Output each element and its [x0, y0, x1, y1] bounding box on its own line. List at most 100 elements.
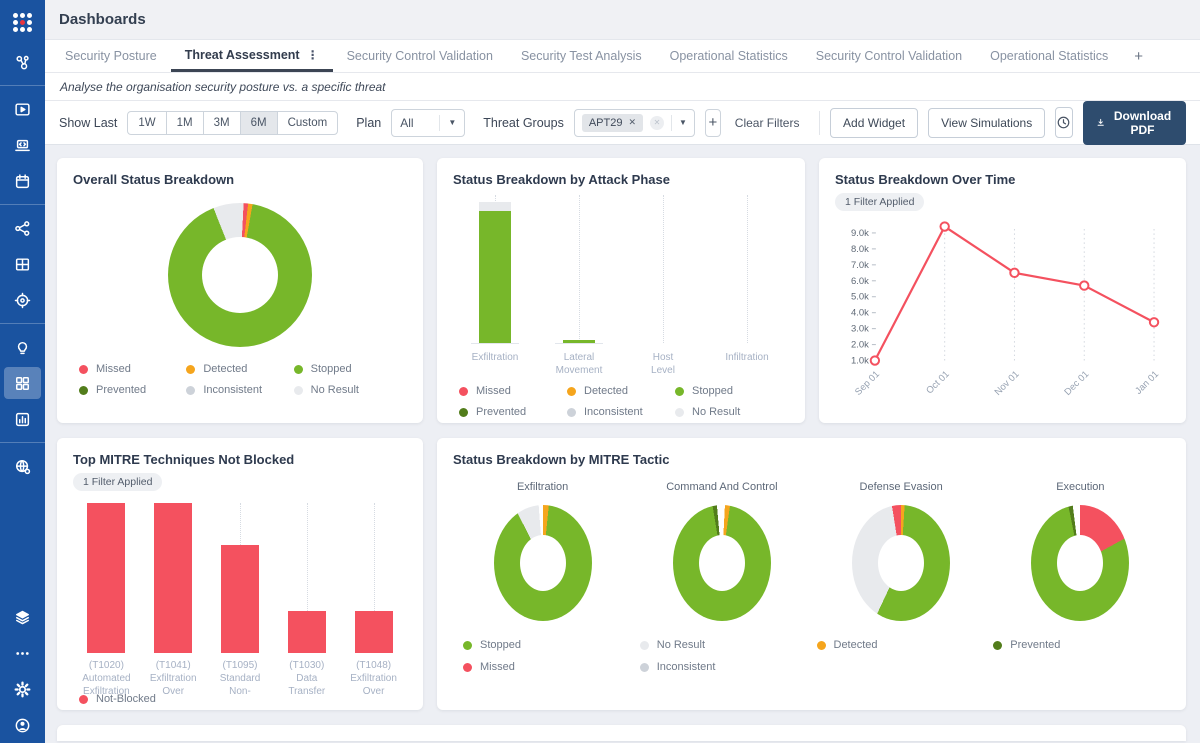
- dashboard-content: Overall Status Breakdown MissedDetectedS…: [45, 145, 1200, 743]
- sidebar-item-more[interactable]: [4, 637, 41, 669]
- matrix-icon: [14, 256, 31, 273]
- technique-bar[interactable]: [87, 503, 125, 653]
- range-custom[interactable]: Custom: [277, 111, 339, 135]
- download-icon: [1096, 116, 1105, 129]
- tactic-label: Defense Evasion: [860, 481, 943, 493]
- status-over-time-line-chart[interactable]: 9.0k8.0k7.0k6.0k5.0k4.0k3.0k2.0k1.0kSep …: [835, 211, 1170, 412]
- data-point[interactable]: [940, 222, 948, 230]
- data-point[interactable]: [1080, 281, 1088, 289]
- tab-label: Security Posture: [65, 49, 157, 63]
- sidebar-item-library[interactable]: [4, 93, 41, 125]
- sidebar-item-globe[interactable]: [4, 450, 41, 482]
- threat-groups-label: Threat Groups: [483, 116, 564, 130]
- sidebar-item-integrations[interactable]: [4, 129, 41, 161]
- chip-remove-icon[interactable]: ✕: [628, 117, 636, 128]
- tab-menu-icon[interactable]: ⋮: [307, 48, 319, 62]
- widget-row-2: Top MITRE Techniques Not Blocked 1 Filte…: [57, 438, 1186, 710]
- main-column: Dashboards Security PostureThreat Assess…: [45, 0, 1200, 743]
- legend-dot: [79, 365, 88, 374]
- tab-operational-statistics[interactable]: Operational Statistics: [656, 40, 802, 72]
- threat-group-chip-label: APT29: [589, 117, 623, 129]
- range-1w[interactable]: 1W: [127, 111, 166, 135]
- sidebar-item-layers[interactable]: [4, 601, 41, 633]
- status-legend: MissedDetectedStoppedPreventedInconsiste…: [453, 385, 789, 418]
- view-simulations-button[interactable]: View Simulations: [928, 108, 1045, 138]
- add-filter-button[interactable]: +: [705, 109, 721, 137]
- data-point[interactable]: [871, 356, 879, 364]
- legend-label: Missed: [96, 363, 131, 375]
- tactic-donut-chart[interactable]: [1031, 505, 1129, 621]
- legend-dot: [463, 663, 472, 672]
- add-tab-button[interactable]: +: [1122, 40, 1155, 72]
- tactic-donut-chart[interactable]: [494, 505, 592, 621]
- threat-group-chip[interactable]: APT29 ✕: [582, 114, 643, 132]
- range-1m[interactable]: 1M: [166, 111, 204, 135]
- library-icon: [14, 101, 31, 118]
- dashboards-icon: [14, 375, 31, 392]
- tab-label: Operational Statistics: [670, 49, 788, 63]
- tactic-donut-charts: ExfiltrationCommand And ControlDefense E…: [453, 481, 1170, 621]
- technique-bar[interactable]: [221, 545, 259, 653]
- download-pdf-label: Download PDF: [1112, 109, 1173, 137]
- widget-title: Status Breakdown Over Time: [835, 172, 1170, 187]
- app-logo[interactable]: [0, 0, 45, 44]
- legend-item-no_result: No Result: [675, 406, 783, 418]
- data-point[interactable]: [1150, 318, 1158, 326]
- donut-hole: [1057, 535, 1103, 591]
- axis-baseline: [555, 343, 603, 344]
- tab-threat-assessment[interactable]: Threat Assessment⋮: [171, 40, 333, 72]
- threat-groups-select[interactable]: APT29 ✕ ✕ ▼: [574, 109, 695, 137]
- plan-select[interactable]: All ▼: [391, 109, 465, 137]
- range-3m[interactable]: 3M: [203, 111, 241, 135]
- dashboard-description: Analyse the organisation security postur…: [60, 80, 386, 94]
- sidebar-item-settings[interactable]: [4, 673, 41, 705]
- technique-bar[interactable]: [288, 611, 326, 653]
- sidebar-item-insights[interactable]: [4, 331, 41, 363]
- tab-security-test-analysis[interactable]: Security Test Analysis: [507, 40, 656, 72]
- legend-label: Stopped: [480, 639, 521, 651]
- app-root: Dashboards Security PostureThreat Assess…: [0, 0, 1200, 743]
- sidebar-item-matrix[interactable]: [4, 248, 41, 280]
- show-last-label: Show Last: [59, 116, 117, 130]
- clear-selection-icon[interactable]: ✕: [650, 116, 664, 130]
- legend-item-prevented: Prevented: [993, 639, 1170, 651]
- tactic-donut-chart[interactable]: [852, 505, 950, 621]
- history-button[interactable]: [1055, 107, 1072, 138]
- widget-top-techniques: Top MITRE Techniques Not Blocked 1 Filte…: [57, 438, 423, 710]
- sidebar-item-connections[interactable]: [4, 212, 41, 244]
- tactic-cell-exfiltration: Exfiltration: [453, 481, 632, 621]
- filter-applied-badge: 1 Filter Applied: [73, 473, 162, 491]
- legend-column: StoppedMissed: [463, 639, 640, 673]
- sidebar-item-reports[interactable]: [4, 403, 41, 435]
- range-6m[interactable]: 6M: [240, 111, 278, 135]
- add-widget-button[interactable]: Add Widget: [830, 108, 918, 138]
- technique-bar[interactable]: [355, 611, 393, 653]
- tab-operational-statistics[interactable]: Operational Statistics: [976, 40, 1122, 72]
- connections-icon: [14, 220, 31, 237]
- download-pdf-button[interactable]: Download PDF: [1083, 101, 1186, 145]
- legend-item-prevented: Prevented: [459, 406, 567, 418]
- line-chart-svg: 9.0k8.0k7.0k6.0k5.0k4.0k3.0k2.0k1.0kSep …: [835, 211, 1170, 412]
- overall-status-donut-chart[interactable]: [168, 203, 312, 347]
- tactic-donut-chart[interactable]: [673, 505, 771, 621]
- plan-select-value: All: [400, 116, 431, 130]
- sidebar-item-account[interactable]: [4, 709, 41, 741]
- data-point[interactable]: [1010, 269, 1018, 277]
- y-tick-label: 1.0k: [851, 356, 869, 367]
- sidebar-item-dashboards[interactable]: [4, 367, 41, 399]
- attack-phase-bar-chart[interactable]: ExfiltrationLateralMovementHostLevelInfi…: [453, 193, 789, 379]
- legend-item-inconsistent: Inconsistent: [640, 661, 817, 673]
- category-label: LateralMovement: [556, 351, 603, 377]
- sidebar-item-targets[interactable]: [4, 284, 41, 316]
- stacked-bar[interactable]: [479, 202, 511, 343]
- techniques-bar-chart[interactable]: [73, 503, 407, 653]
- sidebar-item-scheduler[interactable]: [4, 165, 41, 197]
- clear-filters-button[interactable]: Clear Filters: [735, 116, 800, 130]
- sidebar-item-scenarios[interactable]: [4, 46, 41, 78]
- tab-security-posture[interactable]: Security Posture: [51, 40, 171, 72]
- tab-security-control-validation[interactable]: Security Control Validation: [802, 40, 976, 72]
- tab-security-control-validation[interactable]: Security Control Validation: [333, 40, 507, 72]
- legend-dot: [186, 365, 195, 374]
- technique-bar[interactable]: [154, 503, 192, 653]
- legend-item-no_result: No Result: [294, 384, 401, 396]
